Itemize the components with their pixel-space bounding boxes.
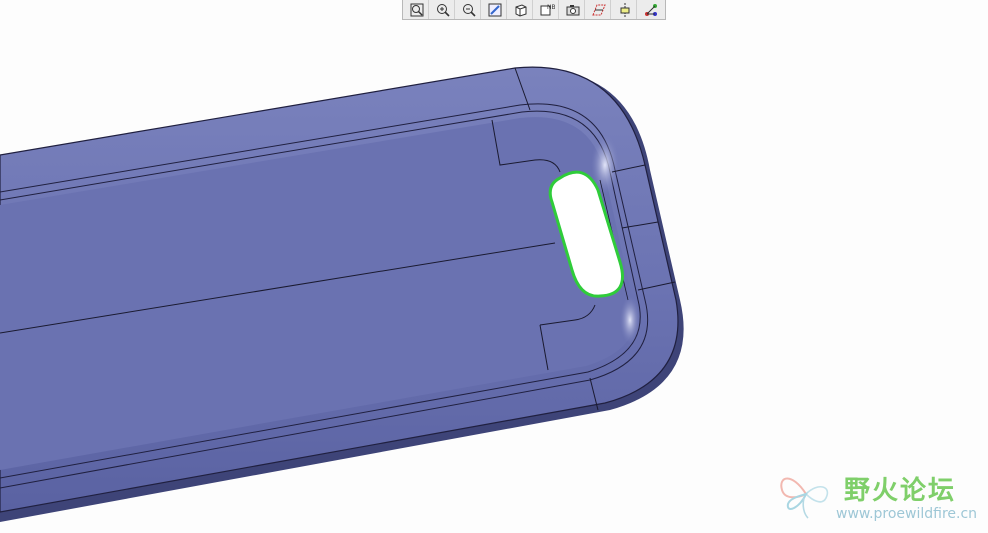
butterfly-logo-icon xyxy=(780,477,829,519)
spin-center-button[interactable] xyxy=(639,0,663,19)
datum-planes-button[interactable] xyxy=(587,0,611,19)
datum-axes-button[interactable] xyxy=(613,0,637,19)
zoom-fit-button[interactable] xyxy=(405,0,429,19)
repaint-icon xyxy=(488,3,501,16)
forum-watermark: 野火论坛 www.proewildfire.cn xyxy=(778,466,978,526)
zoom-out-button[interactable] xyxy=(457,0,481,19)
zoom-in-icon xyxy=(436,3,450,17)
camera-icon xyxy=(566,4,579,15)
saved-views-icon: NB xyxy=(540,4,555,15)
svg-text:NB: NB xyxy=(547,4,555,11)
repaint-button[interactable] xyxy=(483,0,507,19)
forum-name-text: 野火论坛 xyxy=(844,476,957,506)
zoom-in-button[interactable] xyxy=(431,0,455,19)
spin-center-icon xyxy=(645,3,657,16)
zoom-out-icon xyxy=(462,3,476,17)
display-style-icon xyxy=(515,3,526,17)
datum-axes-icon xyxy=(620,2,629,17)
view-toolbar: NB xyxy=(402,0,666,20)
camera-button[interactable] xyxy=(561,0,585,19)
display-style-button[interactable] xyxy=(509,0,533,19)
model-viewport[interactable] xyxy=(0,0,988,533)
saved-views-button[interactable]: NB xyxy=(535,0,559,19)
datum-planes-icon xyxy=(591,4,606,15)
corner-highlight-lower xyxy=(620,296,640,344)
forum-url-text: www.proewildfire.cn xyxy=(836,506,978,522)
zoom-fit-icon xyxy=(410,3,423,16)
